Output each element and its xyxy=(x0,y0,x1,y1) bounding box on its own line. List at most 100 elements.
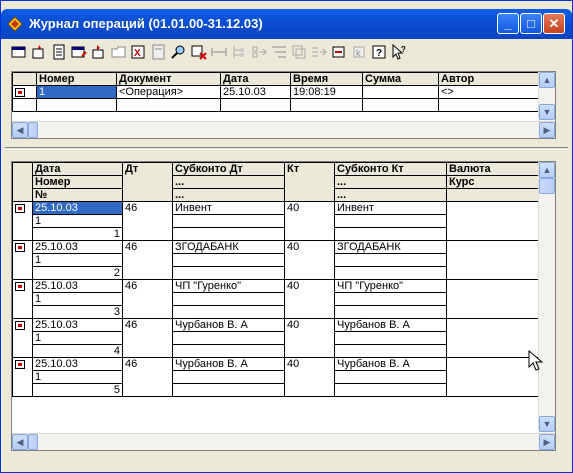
header-subkonto-kt[interactable]: Субконто Кт xyxy=(334,162,447,176)
header-subkonto-kt-2[interactable]: ... xyxy=(334,175,447,189)
cell-dt[interactable]: 46 xyxy=(122,357,173,397)
cell-number[interactable]: 1 xyxy=(32,253,123,267)
entries-vertical-scrollbar[interactable]: ▲ ▼ xyxy=(538,162,555,433)
cell-number[interactable]: 1 xyxy=(32,214,123,228)
cell-number[interactable]: 1 xyxy=(32,331,123,345)
cell-subkonto-dt[interactable]: ЗГОДАБАНК xyxy=(172,240,285,254)
table-row[interactable]: 1 <Операция> 25.10.03 19:08:19 <> xyxy=(12,85,540,99)
header-subkonto-dt-3[interactable]: ... xyxy=(172,188,285,202)
post-icon[interactable] xyxy=(311,44,327,60)
table-row[interactable]: 25.10.03 46 Чурбанов В. А 40 Чурбанов В. А xyxy=(12,357,540,397)
header-number[interactable]: Номер xyxy=(32,175,123,189)
help-icon[interactable]: ? xyxy=(371,44,387,60)
close-button[interactable]: ✕ xyxy=(543,13,565,34)
header-subkonto-kt-3[interactable]: ... xyxy=(334,188,447,202)
table-row[interactable]: 25.10.03 46 Чурбанов В. А 40 Чурбанов В. А xyxy=(12,318,540,358)
header-sum[interactable]: Сумма xyxy=(362,72,439,86)
sort-icon[interactable] xyxy=(271,44,287,60)
documents-vertical-scrollbar[interactable]: ▲ ▼ xyxy=(538,72,555,121)
find-icon[interactable] xyxy=(171,44,187,60)
cell-dt[interactable]: 46 xyxy=(122,318,173,358)
scroll-right-icon[interactable]: ▶ xyxy=(539,434,555,450)
scroll-left-icon[interactable]: ◀ xyxy=(12,434,28,450)
tree-icon[interactable] xyxy=(231,44,247,60)
cell-time[interactable]: 19:08:19 xyxy=(290,85,363,99)
header-time[interactable]: Время xyxy=(290,72,363,86)
cell-subkonto-dt[interactable]: ЧП "Гуренко" xyxy=(172,279,285,293)
cell-number[interactable]: 1 xyxy=(36,85,117,99)
header-author[interactable]: Автор xyxy=(438,72,540,86)
cell-line-number[interactable]: 3 xyxy=(32,305,123,319)
header-rate[interactable]: Курс xyxy=(446,175,540,189)
scroll-left-icon[interactable]: ◀ xyxy=(12,122,28,138)
cell-number[interactable]: 1 xyxy=(32,292,123,306)
cell-kt[interactable]: 40 xyxy=(284,201,335,241)
cell-date[interactable]: 25.10.03 xyxy=(32,201,123,215)
cell-line-number[interactable]: 4 xyxy=(32,344,123,358)
cell-kt[interactable]: 40 xyxy=(284,357,335,397)
title-bar[interactable]: Журнал операций (01.01.00-31.12.03) _ □ … xyxy=(1,9,572,39)
cell-subkonto-kt[interactable]: ЧП "Гуренко" xyxy=(334,279,447,293)
minimize-button[interactable]: _ xyxy=(497,13,519,34)
cell-document[interactable]: <Операция> xyxy=(116,85,221,99)
cell-date[interactable]: 25.10.03 xyxy=(32,279,123,293)
cell-kt[interactable]: 40 xyxy=(284,318,335,358)
cell-subkonto-kt[interactable]: Чурбанов В. А xyxy=(334,357,447,371)
cell-dt[interactable]: 46 xyxy=(122,201,173,241)
cell-dt[interactable]: 46 xyxy=(122,279,173,319)
cell-dt[interactable]: 46 xyxy=(122,240,173,280)
cell-subkonto-dt[interactable]: Чурбанов В. А xyxy=(172,318,285,332)
header-dt[interactable]: Дт xyxy=(122,162,173,202)
new-icon[interactable] xyxy=(11,44,27,60)
doc-icon[interactable] xyxy=(151,44,167,60)
delete-icon[interactable] xyxy=(91,44,107,60)
header-currency[interactable]: Валюта xyxy=(446,162,540,176)
cell-subkonto-dt[interactable]: Чурбанов В. А xyxy=(172,357,285,371)
cell-subkonto-kt[interactable]: ЗГОДАБАНК xyxy=(334,240,447,254)
excel-icon[interactable]: X xyxy=(131,44,147,60)
scroll-down-icon[interactable]: ▼ xyxy=(539,104,555,120)
edit-icon[interactable] xyxy=(71,44,87,60)
folder-icon[interactable] xyxy=(111,44,127,60)
entries-horizontal-scrollbar[interactable]: ◀ ▶ xyxy=(12,433,555,450)
scroll-up-icon[interactable]: ▲ xyxy=(539,162,555,178)
cell-currency[interactable] xyxy=(446,357,540,397)
scroll-thumb[interactable] xyxy=(539,178,555,194)
cell-date[interactable]: 25.10.03 xyxy=(32,357,123,371)
header-subkonto-dt-2[interactable]: ... xyxy=(172,175,285,189)
header-date[interactable]: Дата xyxy=(220,72,291,86)
scroll-thumb[interactable] xyxy=(28,122,38,138)
table-row[interactable]: 25.10.03 46 ЧП "Гуренко" 40 ЧП "Гуренко" xyxy=(12,279,540,319)
cell-kt[interactable]: 40 xyxy=(284,279,335,319)
context-help-icon[interactable]: ? xyxy=(391,44,407,60)
header-line-number[interactable]: № xyxy=(32,188,123,202)
header-number[interactable]: Номер xyxy=(36,72,117,86)
move-icon[interactable] xyxy=(251,44,267,60)
cell-currency[interactable] xyxy=(446,318,540,358)
header-date[interactable]: Дата xyxy=(32,162,123,176)
maximize-button[interactable]: □ xyxy=(520,13,542,34)
cell-author[interactable]: <> xyxy=(438,85,540,99)
documents-horizontal-scrollbar[interactable]: ◀ ▶ xyxy=(12,121,555,138)
cell-subkonto-kt[interactable]: Чурбанов В. А xyxy=(334,318,447,332)
header-subkonto-dt[interactable]: Субконто Дт xyxy=(172,162,285,176)
table-row[interactable]: 25.10.03 46 Инвент 40 Инвент xyxy=(12,201,540,241)
scroll-down-icon[interactable]: ▼ xyxy=(539,416,555,432)
cell-currency[interactable] xyxy=(446,201,540,241)
cell-kt[interactable]: 40 xyxy=(284,240,335,280)
table-row[interactable]: 25.10.03 46 ЗГОДАБАНК 40 ЗГОДАБАНК xyxy=(12,240,540,280)
cell-sum[interactable] xyxy=(362,85,439,99)
structure-icon[interactable] xyxy=(291,44,307,60)
cell-date[interactable]: 25.10.03 xyxy=(220,85,291,99)
scroll-thumb[interactable] xyxy=(28,434,38,450)
filter-icon[interactable] xyxy=(191,44,207,60)
splitter[interactable] xyxy=(5,147,568,150)
cell-date[interactable]: 25.10.03 xyxy=(32,240,123,254)
cell-line-number[interactable]: 1 xyxy=(32,227,123,241)
cell-line-number[interactable]: 5 xyxy=(32,383,123,397)
cell-line-number[interactable]: 2 xyxy=(32,266,123,280)
cell-date[interactable]: 25.10.03 xyxy=(32,318,123,332)
scroll-up-icon[interactable]: ▲ xyxy=(539,72,555,88)
journal-icon[interactable]: k xyxy=(351,44,367,60)
cell-currency[interactable] xyxy=(446,240,540,280)
